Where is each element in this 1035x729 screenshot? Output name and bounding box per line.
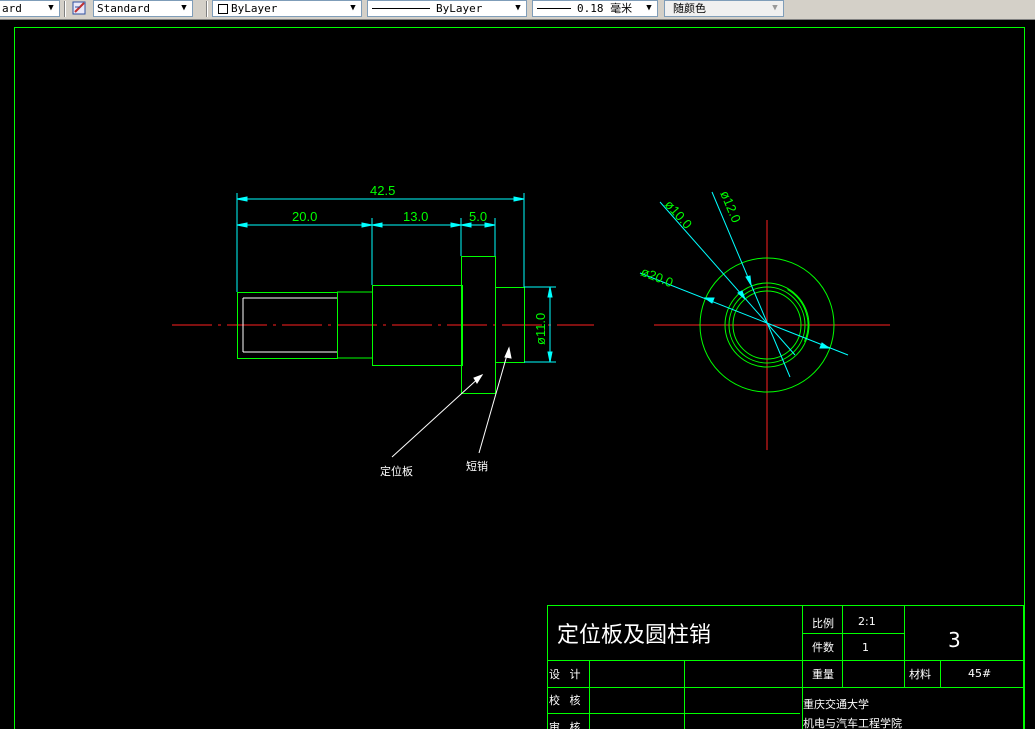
color-combo[interactable]: 随颜色 ▼ <box>664 0 784 17</box>
linetype-value: ByLayer <box>436 2 483 15</box>
canvas-background <box>0 20 1035 729</box>
dim-seg2: 13.0 <box>403 209 428 224</box>
count-value: 1 <box>862 641 869 654</box>
material-value: 45# <box>968 667 991 680</box>
text-style-combo[interactable]: ard ▼ <box>0 0 60 17</box>
school-name: 重庆交通大学 <box>803 697 869 711</box>
text-style-value: ard <box>2 2 22 15</box>
review-label: 审 核 <box>549 720 584 729</box>
design-label: 设 计 <box>549 668 584 681</box>
dim-style-icon[interactable] <box>72 1 88 16</box>
drawing-canvas[interactable]: 42.5 20.0 13.0 5.0 ø11.0 定位板 短销 ø20.0 ø1… <box>0 20 1035 729</box>
chevron-down-icon[interactable]: ▼ <box>44 2 58 15</box>
toolbar-separator <box>64 1 66 17</box>
dim-style-value: Standard <box>97 2 150 15</box>
toolbar-separator <box>206 1 208 17</box>
properties-toolbar: ard ▼ Standard ▼ ByLayer ▼ ByLayer ▼ 0.1… <box>0 0 1035 20</box>
dim-seg3: 5.0 <box>469 209 487 224</box>
scale-value: 2:1 <box>858 615 876 628</box>
color-value: 随颜色 <box>673 2 706 15</box>
count-label: 件数 <box>812 641 834 654</box>
chevron-down-icon[interactable]: ▼ <box>511 2 525 15</box>
lineweight-sample-icon <box>537 8 571 9</box>
material-label: 材料 <box>909 667 931 681</box>
chevron-down-icon[interactable]: ▼ <box>642 2 656 15</box>
linetype-combo[interactable]: ByLayer ▼ <box>367 0 527 17</box>
dim-style-combo[interactable]: Standard ▼ <box>93 0 193 17</box>
label-short-pin: 短销 <box>466 459 488 473</box>
dim-pin-diameter: ø11.0 <box>533 313 548 345</box>
linetype-sample-icon <box>372 8 430 9</box>
drawing-title: 定位板及圆柱销 <box>557 623 711 648</box>
layer-value: ByLayer <box>231 2 278 15</box>
scale-label: 比例 <box>812 616 834 630</box>
check-label: 校 核 <box>549 693 584 707</box>
dim-seg1: 20.0 <box>292 209 317 224</box>
chevron-down-icon[interactable]: ▼ <box>177 2 191 15</box>
chevron-down-icon[interactable]: ▼ <box>768 2 782 15</box>
sheet-number: 3 <box>948 628 961 652</box>
lineweight-value: 0.18 毫米 <box>577 2 633 15</box>
layer-combo[interactable]: ByLayer ▼ <box>212 0 362 17</box>
weight-label: 重量 <box>812 667 834 681</box>
chevron-down-icon[interactable]: ▼ <box>346 2 360 15</box>
lineweight-combo[interactable]: 0.18 毫米 ▼ <box>532 0 658 17</box>
color-swatch-icon <box>218 4 228 14</box>
label-positioning-plate: 定位板 <box>380 464 413 478</box>
dim-total-length: 42.5 <box>370 183 395 198</box>
college-name: 机电与汽车工程学院 <box>803 716 902 729</box>
